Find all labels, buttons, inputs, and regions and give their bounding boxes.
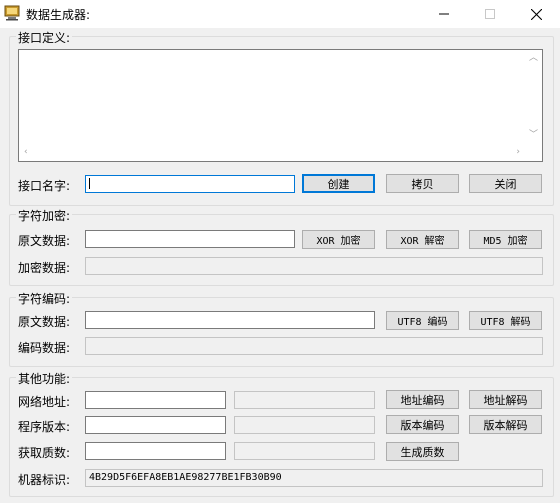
minimize-icon (439, 9, 449, 19)
encode-group-label: 字符编码: (16, 290, 73, 307)
url-result-field[interactable] (234, 391, 375, 409)
utf8-encode-button[interactable]: UTF8 编码 (386, 311, 459, 330)
window-title: 数据生成器: (26, 8, 91, 22)
encode-source-label: 原文数据: (18, 315, 71, 329)
machine-id-field[interactable]: 4B29D5F6EFA8EB1AE98277BE1FB30B90 (85, 469, 543, 487)
scroll-left-icon[interactable]: ‹ (24, 148, 28, 157)
maximize-button[interactable] (467, 0, 513, 28)
encrypt-group (9, 214, 554, 286)
encrypt-source-input[interactable] (85, 230, 295, 248)
xor-encrypt-button[interactable]: XOR 加密 (302, 230, 375, 249)
close-window-button[interactable] (513, 0, 559, 28)
create-button[interactable]: 创建 (302, 174, 375, 193)
encode-result-label: 编码数据: (18, 341, 71, 355)
close-icon (530, 8, 542, 20)
version-decode-button[interactable]: 版本解码 (469, 415, 542, 434)
encrypt-result-label: 加密数据: (18, 261, 71, 275)
prime-result-field[interactable] (234, 442, 375, 460)
url-decode-button[interactable]: 地址解码 (469, 390, 542, 409)
maximize-icon (485, 9, 495, 19)
version-encode-button[interactable]: 版本编码 (386, 415, 459, 434)
copy-button[interactable]: 拷贝 (386, 174, 459, 193)
version-label: 程序版本: (18, 420, 71, 434)
horizontal-scrollbar[interactable]: ‹ › (19, 144, 525, 161)
scroll-up-icon[interactable]: ︿ (529, 54, 538, 63)
minimize-button[interactable] (421, 0, 467, 28)
prime-label: 获取质数: (18, 446, 71, 460)
encrypt-result-field[interactable] (85, 257, 543, 275)
prime-input[interactable] (85, 442, 226, 460)
xor-decrypt-button[interactable]: XOR 解密 (386, 230, 459, 249)
version-result-field[interactable] (234, 416, 375, 434)
interface-name-input[interactable] (85, 175, 295, 193)
md5-encrypt-button[interactable]: MD5 加密 (469, 230, 542, 249)
interface-definition-textarea[interactable]: ︿ ﹀ ‹ › (18, 49, 543, 162)
encrypt-source-label: 原文数据: (18, 234, 71, 248)
encode-result-field[interactable] (85, 337, 543, 355)
other-group-label: 其他功能: (16, 370, 73, 387)
version-input[interactable] (85, 416, 226, 434)
vertical-scrollbar[interactable]: ︿ ﹀ (525, 50, 542, 144)
generate-prime-button[interactable]: 生成质数 (386, 442, 459, 461)
interface-group-label: 接口定义: (16, 29, 73, 46)
encode-group (9, 297, 554, 367)
encode-source-input[interactable] (85, 311, 375, 329)
scroll-down-icon[interactable]: ﹀ (529, 131, 538, 140)
machine-id-label: 机器标识: (18, 473, 71, 487)
url-encode-button[interactable]: 地址编码 (386, 390, 459, 409)
encrypt-group-label: 字符加密: (16, 207, 73, 224)
utf8-decode-button[interactable]: UTF8 解码 (469, 311, 542, 330)
url-label: 网络地址: (18, 395, 71, 409)
interface-name-label: 接口名字: (18, 179, 71, 193)
close-button[interactable]: 关闭 (469, 174, 542, 193)
url-input[interactable] (85, 391, 226, 409)
text-caret (89, 178, 90, 189)
title-bar: 数据生成器: (0, 0, 560, 28)
computer-icon (4, 5, 20, 21)
scroll-right-icon[interactable]: › (516, 148, 520, 157)
